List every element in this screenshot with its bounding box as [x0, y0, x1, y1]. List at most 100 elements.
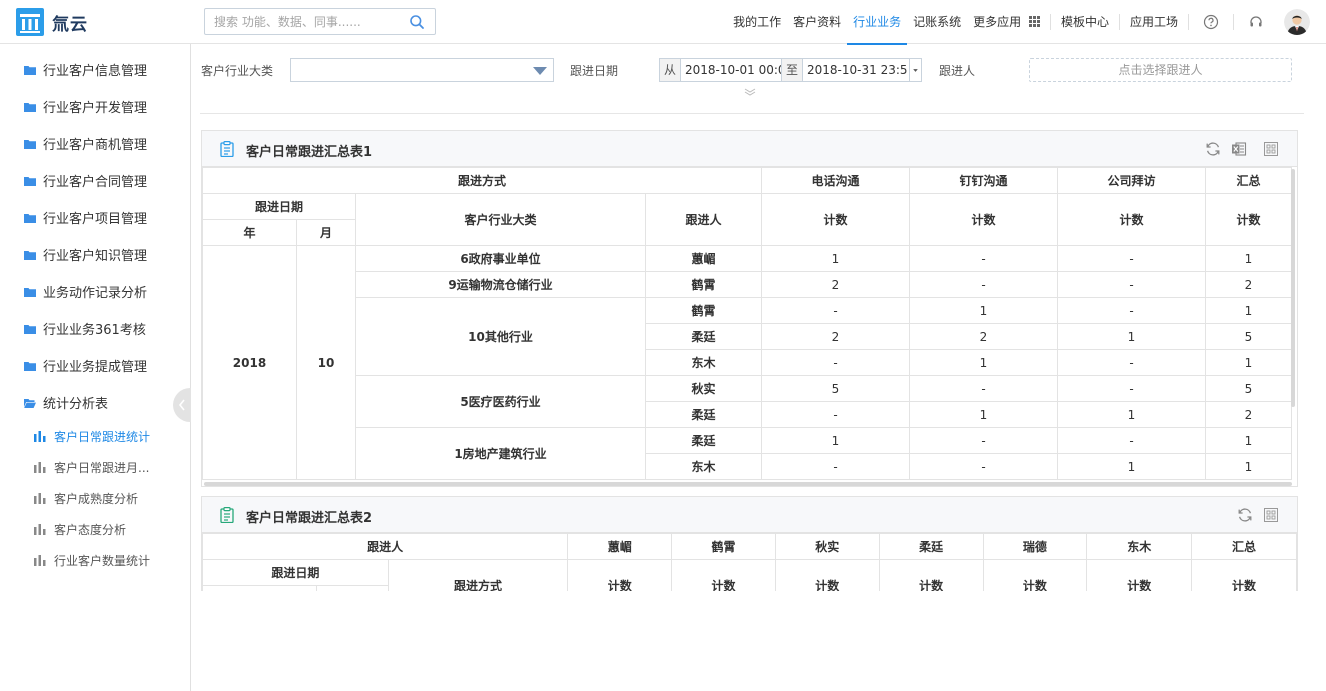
cell-value: 5	[1205, 375, 1292, 402]
folder-icon	[24, 176, 36, 186]
summary-table-1: 跟进方式 电话沟通 钉钉沟通 公司拜访 汇总 跟进日期 客户行业大类 跟进人 计…	[202, 167, 1292, 480]
cell-industry: 1房地产建筑行业	[355, 427, 646, 480]
cell-value: -	[909, 245, 1058, 272]
cell-person: 蕙嵋	[645, 245, 762, 272]
header-person: 跟进人	[645, 193, 762, 246]
header-month: 月	[296, 219, 356, 246]
sidebar-sub-monthly-followup[interactable]: 客户日常跟进月...	[0, 452, 190, 483]
date-to-tag: 至	[782, 59, 804, 81]
header-count: 计数	[1057, 193, 1206, 246]
sidebar-sub-maturity[interactable]: 客户成熟度分析	[0, 483, 190, 514]
help-icon[interactable]	[1203, 14, 1219, 30]
date-dropdown-icon[interactable]	[910, 58, 922, 82]
header-count: 计数	[567, 559, 673, 591]
logo[interactable]: 氚云	[16, 8, 88, 36]
sidebar-item-knowledge[interactable]: 行业客户知识管理	[0, 236, 190, 273]
nav-template-center[interactable]: 模板中心	[1055, 0, 1115, 44]
global-search	[204, 8, 436, 35]
summary-table-1-panel: 客户日常跟进汇总表1 跟进方式 电话沟通 钉钉沟通 公司拜访 汇总 跟进日期 客…	[201, 130, 1298, 487]
cell-value: 1	[1057, 453, 1206, 480]
sidebar-item-project[interactable]: 行业客户项目管理	[0, 199, 190, 236]
header-followup-method: 跟进方式	[202, 167, 762, 194]
cell-value: 1	[1205, 427, 1292, 454]
nav-more-apps[interactable]: 更多应用	[967, 0, 1046, 44]
sidebar-group-statistics[interactable]: 统计分析表	[0, 384, 190, 421]
header-person-name: 蕙嵋	[567, 533, 673, 560]
cell-value: -	[909, 453, 1058, 480]
top-header: 氚云 我的工作 客户资料 行业业务 记账系统 更多应用 模板中心 应用工场	[0, 0, 1326, 45]
cell-year: 2018	[202, 245, 297, 480]
sidebar-item-label: 行业客户信息管理	[43, 64, 148, 79]
panel-header: 客户日常跟进汇总表2	[202, 497, 1297, 533]
refresh-icon[interactable]	[1237, 507, 1253, 523]
cell-value: -	[1057, 297, 1206, 324]
bar-chart-icon	[34, 524, 46, 535]
date-to-field[interactable]: 至 2018-10-31 23:5	[782, 58, 910, 82]
sidebar-item-customer-info[interactable]: 行业客户信息管理	[0, 51, 190, 88]
sidebar-item-label: 行业客户商机管理	[43, 138, 148, 153]
industry-select[interactable]	[290, 58, 554, 82]
horizontal-scrollbar[interactable]	[204, 482, 1292, 486]
avatar[interactable]	[1284, 9, 1310, 35]
date-filter-label: 跟进日期	[570, 64, 619, 78]
cell-person: 柔廷	[645, 427, 762, 454]
header-dingtalk: 钉钉沟通	[909, 167, 1058, 194]
headset-icon[interactable]	[1248, 14, 1264, 30]
date-from-tag: 从	[660, 59, 682, 81]
header-year: 年	[202, 219, 297, 246]
expand-filters-icon[interactable]	[744, 88, 756, 96]
nav-app-workshop[interactable]: 应用工场	[1124, 0, 1184, 44]
sidebar-sub-attitude[interactable]: 客户态度分析	[0, 514, 190, 545]
date-from-value: 2018-10-01 00:0	[685, 63, 781, 77]
bar-chart-icon	[34, 462, 46, 473]
nav-accounting[interactable]: 记账系统	[907, 0, 967, 44]
refresh-icon[interactable]	[1205, 141, 1221, 157]
sidebar-group-label: 统计分析表	[43, 397, 109, 412]
header-total: 汇总	[1205, 167, 1292, 194]
sidebar-item-label: 行业业务361考核	[43, 323, 146, 338]
apps-grid-icon	[1028, 16, 1040, 27]
sidebar-sub-label: 客户态度分析	[54, 523, 127, 537]
nav-customer-info[interactable]: 客户资料	[787, 0, 847, 44]
sidebar: 行业客户信息管理 行业客户开发管理 行业客户商机管理 行业客户合同管理 行业客户…	[0, 44, 191, 691]
cell-value: 1	[1205, 297, 1292, 324]
cell-industry: 6政府事业单位	[355, 245, 646, 272]
nav-my-work[interactable]: 我的工作	[727, 0, 787, 44]
sidebar-item-contract[interactable]: 行业客户合同管理	[0, 162, 190, 199]
export-excel-icon[interactable]	[1231, 141, 1247, 157]
cell-value: -	[1057, 375, 1206, 402]
sidebar-sub-label: 客户成熟度分析	[54, 492, 139, 506]
sidebar-item-361-review[interactable]: 行业业务361考核	[0, 310, 190, 347]
date-from-field[interactable]: 从 2018-10-01 00:0	[659, 58, 782, 82]
header-count: 计数	[761, 193, 910, 246]
search-input[interactable]	[205, 9, 395, 34]
header-count: 计数	[878, 559, 984, 591]
sidebar-item-customer-dev[interactable]: 行业客户开发管理	[0, 88, 190, 125]
select-person-button[interactable]: 点击选择跟进人	[1029, 58, 1292, 82]
cell-value: 1	[761, 427, 910, 454]
sidebar-item-commission[interactable]: 行业业务提成管理	[0, 347, 190, 384]
cell-value: 1	[909, 401, 1058, 428]
vertical-scrollbar[interactable]	[1291, 169, 1295, 407]
nav-industry-business[interactable]: 行业业务	[847, 0, 908, 45]
brand-name: 氚云	[52, 14, 88, 35]
header-person-name: 东木	[1086, 533, 1193, 560]
sidebar-item-label: 行业客户开发管理	[43, 101, 148, 116]
sidebar-item-action-analysis[interactable]: 业务动作记录分析	[0, 273, 190, 310]
cell-industry: 5医疗医药行业	[355, 375, 646, 428]
fullscreen-icon[interactable]	[1263, 507, 1279, 523]
cell-value: 1	[1057, 401, 1206, 428]
sidebar-sub-label: 客户日常跟进统计	[54, 430, 151, 444]
search-icon[interactable]	[409, 14, 425, 30]
sidebar-item-opportunity[interactable]: 行业客户商机管理	[0, 125, 190, 162]
chevron-down-icon	[533, 67, 547, 75]
cell-industry: 10其他行业	[355, 297, 646, 376]
nav-divider	[1049, 14, 1051, 30]
cell-value: -	[909, 427, 1058, 454]
summary-table-2: 跟进人 蕙嵋 鹤霄 秋实 柔廷 瑞德 东木 汇总 跟进日期 跟进方式 计数 计数…	[202, 533, 1297, 591]
sidebar-sub-daily-followup[interactable]: 客户日常跟进统计	[0, 421, 190, 452]
fullscreen-icon[interactable]	[1263, 141, 1279, 157]
sidebar-sub-label: 行业客户数量统计	[54, 554, 151, 568]
sidebar-sub-customer-count[interactable]: 行业客户数量统计	[0, 545, 190, 576]
sidebar-item-label: 行业客户合同管理	[43, 175, 148, 190]
